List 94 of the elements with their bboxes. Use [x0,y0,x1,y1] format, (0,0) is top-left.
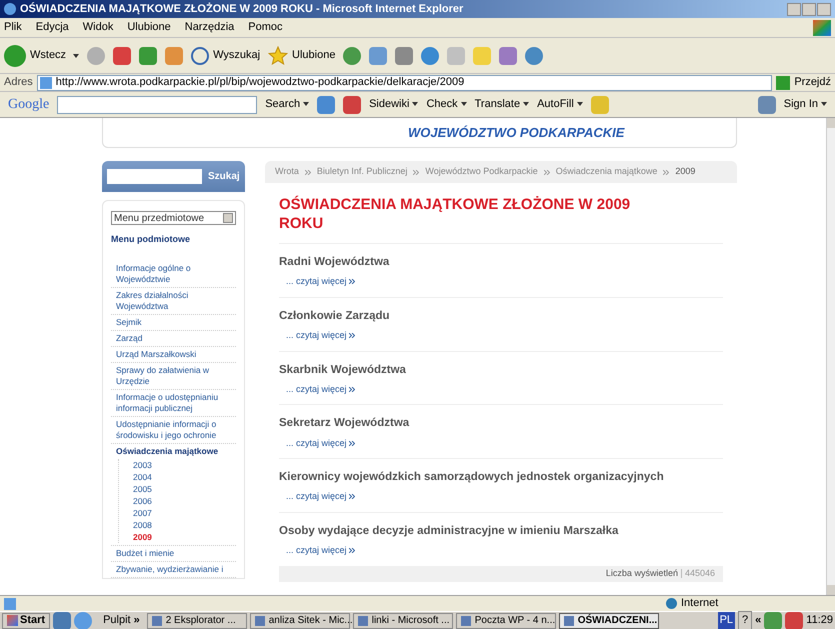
year-link[interactable]: 2005 [133,482,236,494]
double-chevron-icon [349,548,356,554]
section-title: Skarbnik Województwa [279,362,407,378]
menu-item[interactable]: Narzędzia [184,19,234,36]
caret-icon [523,102,530,106]
menu-link[interactable]: Oświadczenia majątkowe [116,446,236,456]
caret-icon [412,102,418,106]
year-link[interactable]: 2008 [133,518,236,530]
menu-link[interactable]: Sprawy do załatwienia w Urzędzie [116,364,236,386]
clock: 11:29 [806,613,833,628]
section-title: Radni Województwa [279,255,390,270]
menu-item[interactable]: Plik [4,19,22,36]
double-chevron-icon [663,170,670,174]
section-title: Osoby wydające decyzje administracyjne w imieniu Marszałka [279,524,620,539]
menu-link[interactable]: Udostępnianie informacji o środowisku i jego ochronie [116,418,236,440]
go-button[interactable]: Przejdź [776,74,831,91]
year-link[interactable]: 2007 [133,506,236,518]
caret-icon [576,102,583,106]
read-more-link[interactable]: ... czytaj więcej [286,382,723,396]
address-field[interactable]: http://www.wrota.podkarpackie.pl/pl/bip/wojewodztwo-podkarpackie/delkaracje/2009 [36,74,772,90]
taskbar-button[interactable]: 2 Eksplorator ... [146,612,247,628]
minimize-button[interactable] [787,2,801,16]
menu-link[interactable]: Zbywanie, wydzierżawianie i [116,564,236,574]
caret-icon [821,102,827,106]
read-more-link[interactable]: ... czytaj więcej [286,275,723,289]
menu-link[interactable]: Zarząd [116,332,236,344]
year-link[interactable]: 2003 [133,458,236,470]
toolbar-chevron[interactable]: » [134,612,140,629]
caret-icon [303,102,310,106]
search-field[interactable] [107,169,202,184]
desktop-toolbar-label: Pulpit [103,613,131,628]
year-link[interactable]: 2004 [133,470,236,482]
menu-item[interactable]: Ulubione [127,19,171,36]
read-more-link[interactable]: ... czytaj więcej [286,490,723,504]
menu-link[interactable]: Informacje ogólne o Województwie [116,262,236,284]
page-heading: OŚWIADCZENIA MAJĄTKOWE ZŁOŻONE W 2009 ROKU [279,195,632,233]
menu-item[interactable]: Widok [82,19,114,36]
translate-button[interactable]: Translate [474,96,530,113]
section-title: Kierownicy wojewódzkich samorządowych jednostek organizacyjnych [279,470,665,485]
double-chevron-icon [544,170,550,174]
google-search-field[interactable] [57,96,258,114]
maximize-button[interactable] [802,2,816,16]
menu-heading: Menu podmiotowe [111,233,191,246]
taskbar-button[interactable]: linki - Microsoft ... [352,612,453,628]
menu-link[interactable]: Urząd Marszałkowski [116,348,236,360]
breadcrumb-link[interactable]: 2009 [675,165,696,179]
double-chevron-icon [349,494,356,500]
menu-link[interactable]: Sejmik [116,316,236,328]
toolbar-find-button[interactable]: Wyszukaj [191,46,260,64]
menu-item[interactable]: Pomoc [248,19,283,36]
google-search-button[interactable]: Search [265,96,310,113]
read-more-link[interactable]: ... czytaj więcej [286,329,723,342]
views-label: Liczba wyświetleń [606,566,678,580]
language-indicator[interactable]: PL [718,612,736,629]
start-button[interactable]: Start [2,612,50,628]
double-chevron-icon [304,170,311,174]
menu-item[interactable]: Edycja [36,19,69,36]
menu-link[interactable]: Zakres działalności Województwa [116,290,236,312]
sidewiki-button[interactable]: Sidewiki [369,96,418,113]
address-label: Adres [4,75,33,90]
caret-icon [73,54,80,58]
menu-link[interactable]: Budżet i mienie [116,548,236,558]
security-zone: Internet [681,596,720,612]
scrollbar[interactable] [826,118,835,595]
double-chevron-icon [349,440,356,446]
read-more-link[interactable]: ... czytaj więcej [286,544,723,558]
star-icon [268,46,288,66]
back-button[interactable]: Wstecz [4,44,80,66]
year-link[interactable]: 2006 [133,494,236,506]
help-button[interactable]: ? [738,611,752,629]
taskbar-button[interactable]: Poczta WP - 4 n... [456,612,556,628]
google-logo: Google [8,96,50,114]
section-title: Członkowie Zarządu [279,308,391,324]
sign-in-button[interactable]: Sign In [784,96,827,113]
subject-menu-dropdown[interactable]: Menu przedmiotowe [111,211,236,225]
tray-chevron[interactable]: « [755,612,762,629]
section-title: Sekretarz Województwa [279,416,410,432]
menu-link[interactable]: Informacje o udostępnianiu informacji publicznej [116,392,236,414]
taskbar-button[interactable]: OŚWIADCZENI... [558,612,659,628]
double-chevron-icon [349,386,356,392]
double-chevron-icon [413,170,420,174]
check-button[interactable]: Check [426,96,467,113]
taskbar-button[interactable]: anliza Sitek - Mic... [250,612,350,628]
autofill-button[interactable]: AutoFill [537,96,583,113]
views-count: 445046 [684,566,715,580]
window-title: OŚWIADCZENIA MAJĄTKOWE ZŁOŻONE W 2009 ROKU - Microsoft Internet Explorer [20,1,464,17]
year-link[interactable]: 2009 [133,530,236,542]
site-header: WOJEWÓDZTWO PODKARPACKIE [408,124,624,142]
caret-icon [460,102,467,106]
close-button[interactable] [817,2,831,16]
double-chevron-icon [349,279,356,284]
read-more-link[interactable]: ... czytaj więcej [286,436,723,450]
favorites-button[interactable]: Ulubione [268,46,336,66]
double-chevron-icon [349,333,356,338]
